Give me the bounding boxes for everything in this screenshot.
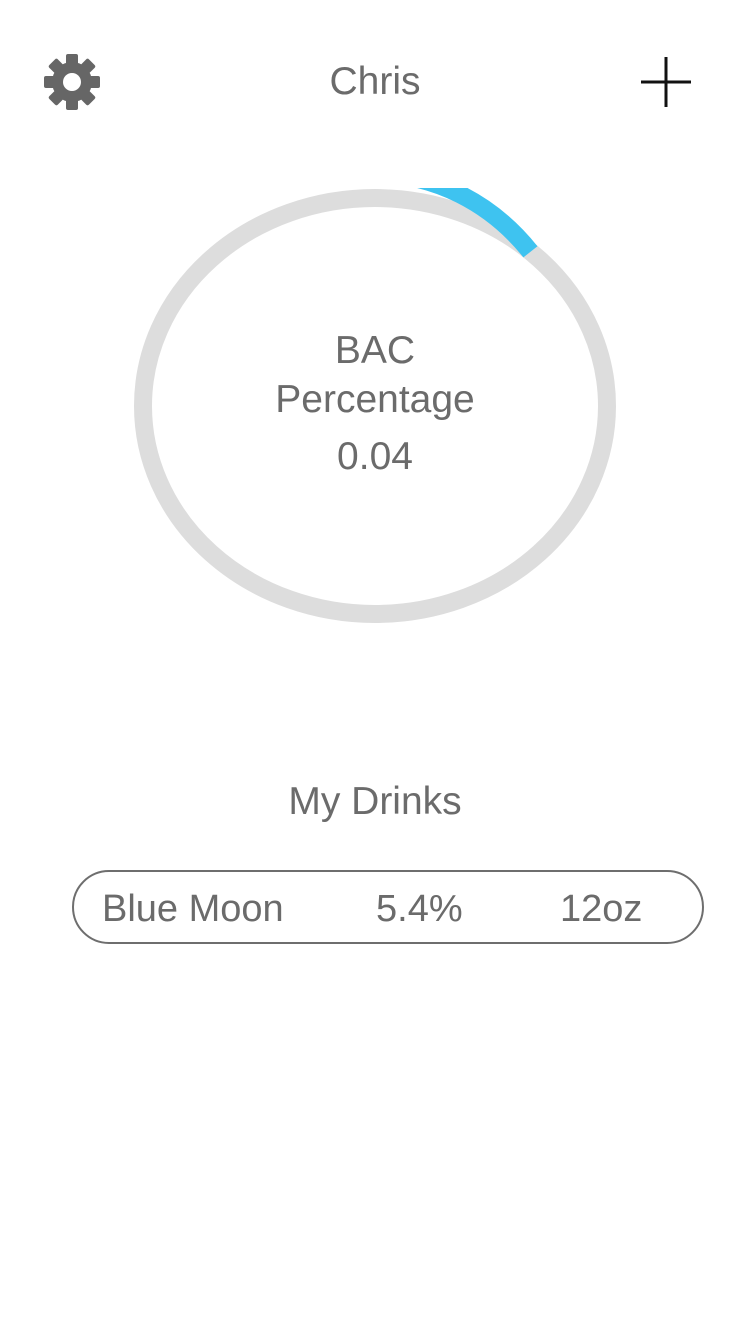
my-drinks-title: My Drinks	[288, 780, 462, 823]
drink-abv: 5.4%	[376, 888, 463, 930]
add-drink-button[interactable]	[634, 50, 698, 114]
bac-value: 0.04	[337, 435, 413, 478]
bac-label: BAC Percentage	[133, 326, 617, 424]
bac-gauge: BAC Percentage 0.04	[133, 188, 617, 624]
drink-size: 12oz	[560, 888, 643, 930]
bac-label-line-2: Percentage	[275, 378, 475, 421]
drink-item[interactable]: Blue Moon 5.4% 12oz	[72, 870, 704, 944]
drink-name: Blue Moon	[102, 888, 284, 930]
bac-label-line-1: BAC	[334, 329, 416, 372]
plus-icon	[641, 57, 691, 107]
header: Chris	[0, 0, 750, 170]
